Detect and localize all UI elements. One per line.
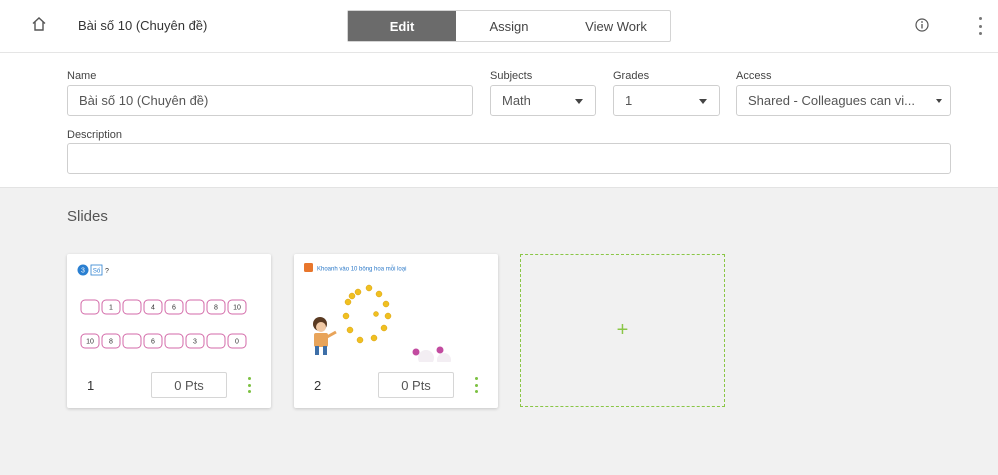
- lesson-details-form: Name Bài số 10 (Chuyên đề) Subjects Math…: [0, 52, 998, 188]
- slides-heading: Slides: [67, 208, 108, 225]
- thumb-prompt: Số: [93, 269, 101, 275]
- top-bar: Bài số 10 (Chuyên đề) Edit Assign View W…: [0, 0, 998, 52]
- info-icon[interactable]: [914, 17, 930, 33]
- points-field[interactable]: 0 Pts: [378, 372, 454, 398]
- thumb-cell: 6: [172, 305, 176, 312]
- name-label: Name: [67, 70, 97, 82]
- grades-select[interactable]: 1: [613, 85, 720, 116]
- name-field[interactable]: Bài số 10 (Chuyên đề): [67, 85, 473, 116]
- tab-view-work[interactable]: View Work: [562, 11, 670, 41]
- slide-menu-icon[interactable]: [245, 375, 253, 395]
- tab-assign[interactable]: Assign: [456, 11, 562, 41]
- page-title: Bài số 10 (Chuyên đề): [78, 18, 208, 33]
- slide-thumbnail[interactable]: 3 Số ? 1 4 6 8 10 10 8 6 3 0: [67, 254, 271, 362]
- plus-icon: +: [616, 319, 629, 341]
- add-slide-button[interactable]: +: [520, 254, 725, 407]
- thumb-cell: 0: [235, 339, 239, 346]
- thumb-cell: 8: [214, 305, 218, 312]
- thumb-cell: 6: [151, 339, 155, 346]
- flower-circle-illustration: [342, 284, 392, 344]
- boy-illustration: [313, 317, 337, 355]
- access-value: Shared - Colleagues can vi...: [748, 93, 915, 108]
- name-value: Bài số 10 (Chuyên đề): [79, 93, 209, 108]
- faded-shapes-illustration: [418, 350, 451, 362]
- thumb-badge: 3: [81, 268, 85, 275]
- thumb-instruction: Khoanh vào 10 bông hoa mỗi loại: [317, 266, 406, 273]
- thumb-cell: 10: [233, 305, 241, 312]
- slide-number: 2: [314, 378, 322, 393]
- description-field[interactable]: [67, 143, 951, 174]
- thumb-cell: 3: [193, 339, 197, 346]
- thumb-cell: 8: [109, 339, 113, 346]
- thumb-question-mark: ?: [105, 268, 109, 275]
- chevron-down-icon: [936, 99, 942, 103]
- thumb-row-2: 10 8 6 3 0: [80, 333, 247, 349]
- subjects-value: Math: [502, 93, 531, 108]
- thumb-row-1: 1 4 6 8 10: [80, 299, 247, 315]
- kebab-menu-icon[interactable]: [972, 15, 988, 37]
- thumb-cell: 4: [151, 305, 155, 312]
- slide-thumbnail[interactable]: Khoanh vào 10 bông hoa mỗi loại: [294, 254, 498, 362]
- points-field[interactable]: 0 Pts: [151, 372, 227, 398]
- thumb-cell: 10: [86, 339, 94, 346]
- grades-label: Grades: [613, 70, 650, 82]
- home-icon[interactable]: [30, 15, 48, 33]
- slide-menu-icon[interactable]: [472, 375, 480, 395]
- subjects-label: Subjects: [490, 70, 533, 82]
- chevron-down-icon: [575, 99, 583, 104]
- subjects-select[interactable]: Math: [490, 85, 596, 116]
- slide-number: 1: [87, 378, 95, 393]
- slide-card[interactable]: 3 Số ? 1 4 6 8 10 10 8 6 3 0 1 0 Pts: [67, 254, 271, 408]
- chevron-down-icon: [699, 99, 707, 104]
- tab-edit[interactable]: Edit: [348, 11, 456, 41]
- access-label: Access: [736, 70, 772, 82]
- thumb-cell: 1: [109, 305, 113, 312]
- access-select[interactable]: Shared - Colleagues can vi...: [736, 85, 951, 116]
- mode-switcher: Edit Assign View Work: [347, 10, 671, 42]
- slide-card[interactable]: Khoanh vào 10 bông hoa mỗi loại 2 0 Pts: [294, 254, 498, 408]
- description-label: Description: [67, 129, 123, 141]
- grades-value: 1: [625, 93, 633, 108]
